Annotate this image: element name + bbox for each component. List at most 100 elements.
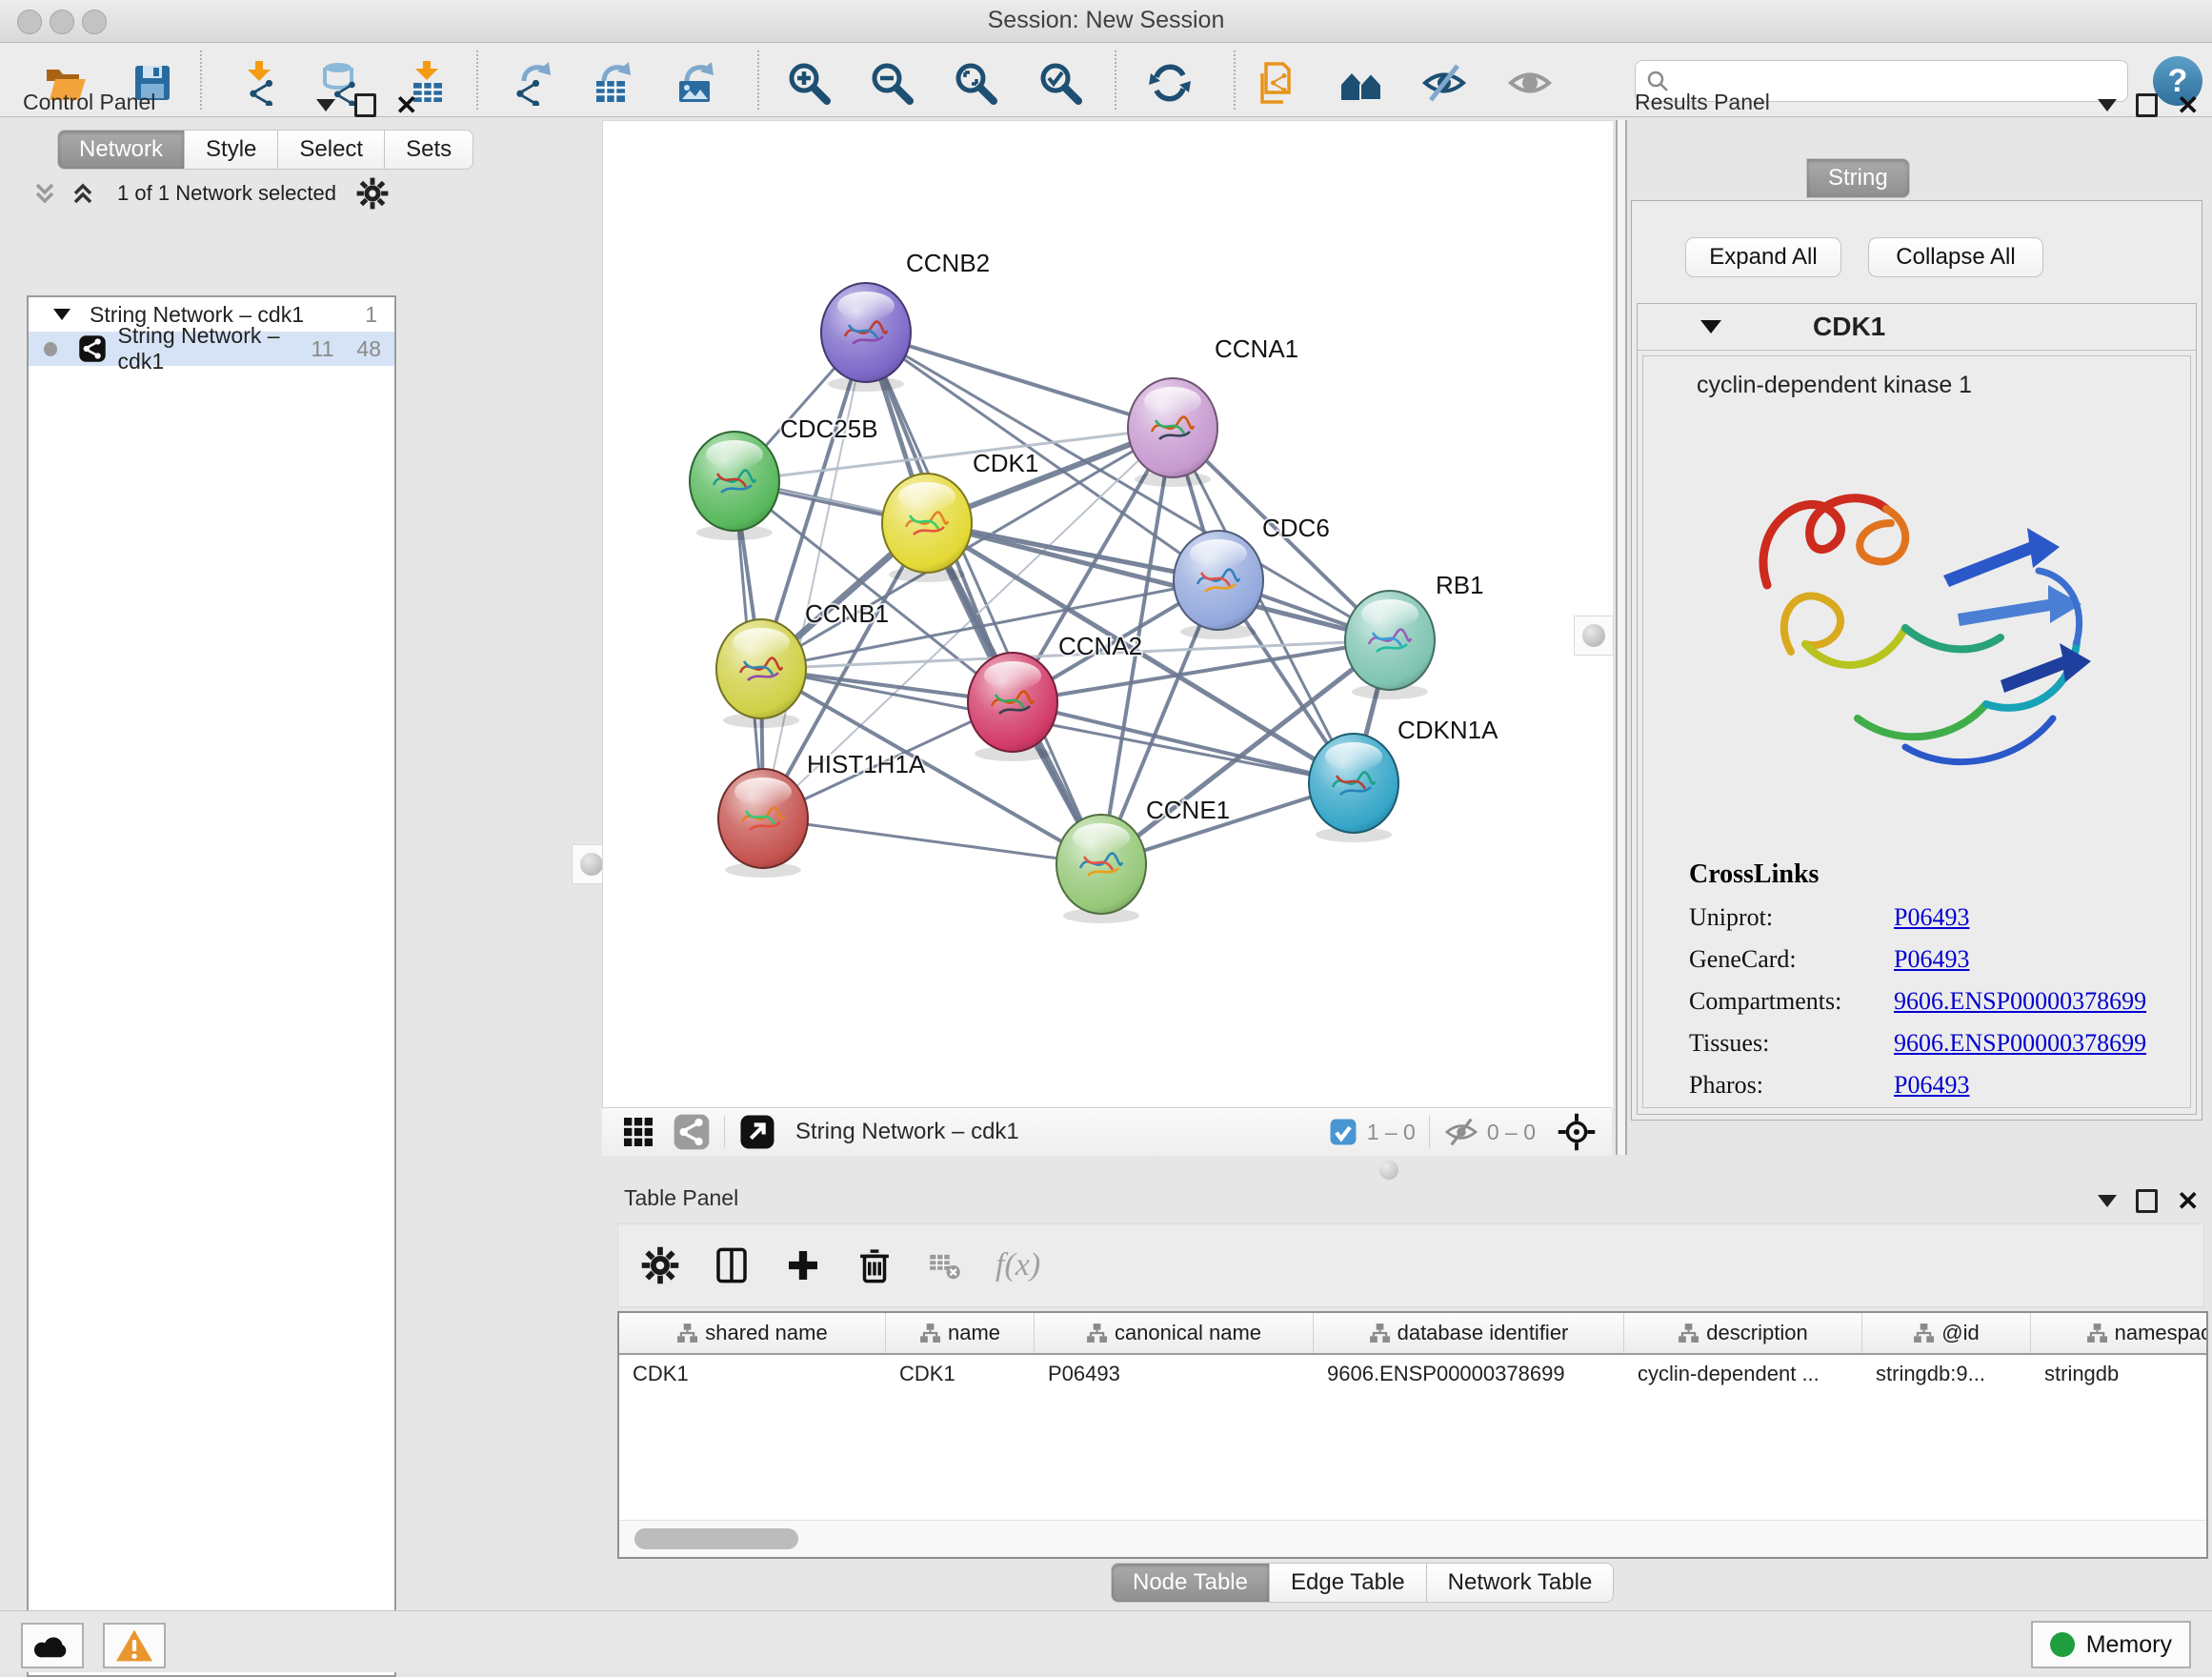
tab-edge-table[interactable]: Edge Table [1270,1563,1427,1603]
collapse-all-button[interactable]: Collapse All [1868,237,2043,277]
results-panel-collapse-icon[interactable] [2098,99,2117,111]
column-header-databaseidentifier[interactable]: database identifier [1314,1313,1624,1353]
memory-button[interactable]: Memory [2031,1621,2191,1668]
node-CCNA2[interactable] [968,653,1057,761]
label-CCNB2: CCNB2 [906,249,990,277]
tab-style[interactable]: Style [185,130,278,170]
network-view-title: String Network – cdk1 [795,1119,1019,1145]
node-CDC25B[interactable] [690,432,779,540]
table-panel-close-icon[interactable]: ✕ [2177,1192,2199,1211]
crosslink-label: Tissues: [1689,1029,1894,1058]
crosslink-link[interactable]: 9606.ENSP00000378699 [1894,987,2146,1016]
node-HIST1H1A[interactable] [718,769,808,878]
crosslink-link[interactable]: 9606.ENSP00000378699 [1894,1029,2146,1058]
column-header-canonicalname[interactable]: canonical name [1035,1313,1314,1353]
node-CCNB1[interactable] [716,619,806,728]
table-settings-icon[interactable] [641,1246,679,1284]
table-panel-header: Table Panel ✕ [610,1182,2212,1220]
table-cell: cyclin-dependent ... [1624,1362,1862,1386]
cloud-icon [32,1629,72,1662]
column-header-description[interactable]: description [1624,1313,1862,1353]
selection-checkbox-icon[interactable] [1327,1116,1359,1148]
crosslink-label: Pharos: [1689,1071,1894,1100]
delete-column-icon[interactable] [855,1245,895,1285]
node-CDKN1A[interactable] [1309,734,1398,842]
share-view-icon[interactable] [673,1113,711,1151]
tab-string[interactable]: String [1806,158,1910,198]
results-panel-close-icon[interactable]: ✕ [2177,96,2199,115]
export-table-icon[interactable] [585,54,642,111]
clone-network-icon[interactable] [1249,54,1306,111]
expand-all-tree-icon[interactable] [69,179,97,208]
label-CDKN1A: CDKN1A [1398,716,1498,744]
table-hscrollbar[interactable] [619,1520,2206,1557]
collapse-all-tree-icon[interactable] [30,179,59,208]
zoom-fit-icon[interactable] [947,54,1004,111]
cdk1-entry-header[interactable]: CDK1 [1638,304,2196,351]
tab-network[interactable]: Network [57,130,185,170]
network-options-gear-icon[interactable] [356,177,389,210]
entry-expand-icon[interactable] [1700,320,1721,333]
table-panel-float-icon[interactable] [2136,1189,2158,1213]
zoom-out-icon[interactable] [863,54,920,111]
show-all-hidden-icon[interactable] [1501,54,1558,111]
node-CCNA1[interactable] [1128,378,1217,487]
crosslink-link[interactable]: P06493 [1894,945,1969,974]
crosslink-link[interactable]: P06493 [1894,1071,1969,1100]
titlebar: Session: New Session [0,0,2212,43]
hide-selected-icon[interactable] [1416,54,1473,111]
cloud-button[interactable] [21,1623,84,1668]
crosslinks-section: CrossLinks Uniprot: P06493GeneCard: P064… [1689,859,2146,1100]
column-header-sharedname[interactable]: shared name [619,1313,886,1353]
export-image-icon[interactable] [668,54,725,111]
results-panel-title: Results Panel [1635,90,1770,115]
tree-expand-icon[interactable] [53,309,70,320]
table-panel-collapse-icon[interactable] [2098,1195,2117,1207]
label-CCNE1: CCNE1 [1146,796,1230,824]
table-cell: CDK1 [886,1362,1035,1386]
table-hscrollbar-thumb[interactable] [634,1528,798,1549]
edge-CCNB2-CCNE1 [866,333,1101,864]
table-tabs: Node TableEdge TableNetwork Table [1111,1563,1614,1603]
tab-sets[interactable]: Sets [385,130,473,170]
node-RB1[interactable] [1345,591,1435,699]
node-CCNE1[interactable] [1056,815,1146,923]
tab-network-table[interactable]: Network Table [1427,1563,1615,1603]
column-header-name[interactable]: name [886,1313,1035,1353]
table-row[interactable]: CDK1CDK1P064939606.ENSP00000378699cyclin… [619,1355,2206,1393]
eye-slash-icon [1443,1114,1479,1150]
network-tree-item[interactable]: String Network – cdk1 11 48 [29,332,394,366]
grid-view-icon[interactable] [619,1113,657,1151]
node-CDC6[interactable] [1174,531,1263,639]
edge-CCNB2-CCNA1 [866,333,1173,428]
birdseye-icon[interactable] [1557,1112,1597,1152]
node-CCNB2[interactable] [821,283,911,392]
window-title: Session: New Session [0,7,2212,34]
show-columns-icon[interactable] [712,1245,752,1285]
column-header-namespace[interactable]: namespace [2031,1313,2208,1353]
selected-counts: 1 – 0 [1367,1120,1416,1145]
crosslink-label: Uniprot: [1689,903,1894,932]
network-canvas[interactable]: CCNB2CCNA1CDC25BCDK1CDC6RB1CCNB1CCNA2CDK… [602,120,1613,1108]
control-panel-float-icon[interactable] [354,93,376,117]
string-home-icon[interactable] [1333,54,1390,111]
function-builder-icon: f(x) [995,1247,1040,1283]
tab-node-table[interactable]: Node Table [1111,1563,1270,1603]
zoom-selected-icon[interactable] [1032,54,1089,111]
zoom-in-icon[interactable] [780,54,837,111]
horizontal-splitter-grip[interactable] [1379,1161,1398,1180]
results-panel-float-icon[interactable] [2136,93,2158,117]
crosslink-link[interactable]: P06493 [1894,903,1969,932]
create-column-icon[interactable] [784,1246,822,1284]
warnings-button[interactable] [103,1623,166,1668]
control-panel-close-icon[interactable]: ✕ [395,96,417,115]
column-header-id[interactable]: @id [1862,1313,2031,1353]
right-splitter-grip[interactable] [1574,616,1614,656]
expand-all-button[interactable]: Expand All [1685,237,1841,277]
control-panel: Control Panel ✕ NetworkStyleSelectSets 1… [10,84,400,1595]
apply-preferred-layout-icon[interactable] [1141,54,1198,111]
export-network-icon[interactable] [505,54,562,111]
control-panel-collapse-icon[interactable] [316,99,335,111]
open-in-window-icon[interactable] [738,1113,776,1151]
tab-select[interactable]: Select [278,130,385,170]
